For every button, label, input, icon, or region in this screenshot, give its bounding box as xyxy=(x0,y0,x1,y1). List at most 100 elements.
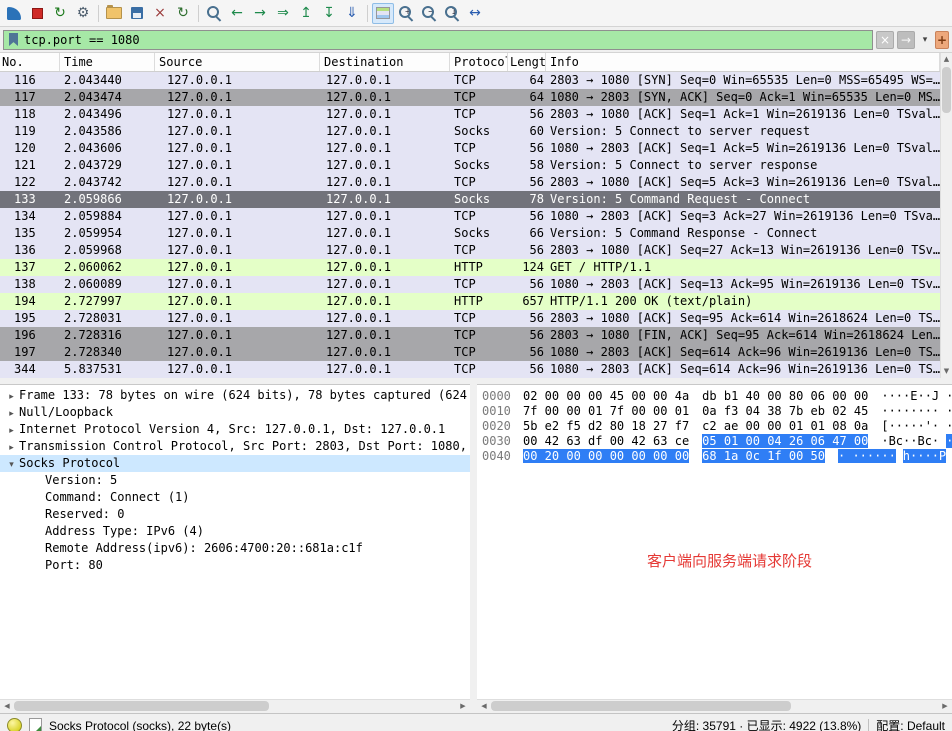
column-header-time[interactable]: Time xyxy=(60,53,155,71)
column-header-length[interactable]: Length xyxy=(508,53,546,71)
zoom-in-button[interactable]: + xyxy=(395,3,417,24)
filter-clear-button[interactable]: × xyxy=(876,31,894,49)
column-header-protocol[interactable]: Protocol xyxy=(450,53,508,71)
scrollbar-thumb[interactable] xyxy=(942,67,951,113)
detail-line[interactable]: ▸Frame 133: 78 bytes on wire (624 bits),… xyxy=(0,387,470,404)
hex-bytes[interactable]: 7f 00 00 01 7f 00 00 01 xyxy=(523,404,689,418)
hex-line[interactable]: 00205b e2 f5 d2 80 18 27 f7c2 ae 00 00 0… xyxy=(482,419,952,434)
scroll-right-icon[interactable]: ▶ xyxy=(938,700,952,713)
packet-row[interactable]: 1352.059954127.0.0.1127.0.0.1Socks66Vers… xyxy=(0,225,940,242)
packet-row[interactable]: 1172.043474127.0.0.1127.0.0.1TCP641080 →… xyxy=(0,89,940,106)
open-file-button[interactable] xyxy=(103,3,125,24)
packet-row[interactable]: 1972.728340127.0.0.1127.0.0.1TCP561080 →… xyxy=(0,344,940,361)
capture-options-button[interactable]: ⚙ xyxy=(72,3,94,24)
hex-line[interactable]: 000002 00 00 00 45 00 00 4adb b1 40 00 8… xyxy=(482,389,952,404)
column-header-info[interactable]: Info xyxy=(546,53,940,71)
packet-row[interactable]: 1182.043496127.0.0.1127.0.0.1TCP562803 →… xyxy=(0,106,940,123)
capture-comment-icon[interactable] xyxy=(29,718,42,731)
scroll-left-icon[interactable]: ◀ xyxy=(477,700,491,713)
bytes-hscrollbar[interactable]: ◀ ▶ xyxy=(477,699,952,713)
reload-file-button[interactable]: ↻ xyxy=(172,3,194,24)
vertical-splitter[interactable] xyxy=(470,384,477,713)
scrollbar-track[interactable] xyxy=(491,700,938,713)
packet-row[interactable]: 1952.728031127.0.0.1127.0.0.1TCP562803 →… xyxy=(0,310,940,327)
detail-line[interactable]: ▾Socks Protocol xyxy=(0,455,470,472)
save-file-button[interactable] xyxy=(126,3,148,24)
packet-row[interactable]: 1342.059884127.0.0.1127.0.0.1TCP561080 →… xyxy=(0,208,940,225)
display-filter-input[interactable]: tcp.port == 1080 xyxy=(3,30,873,50)
hex-ascii[interactable]: ····&·G· xyxy=(946,434,952,448)
collapse-icon[interactable]: ▾ xyxy=(4,457,19,474)
scroll-up-icon[interactable]: ▲ xyxy=(941,53,952,66)
packet-row[interactable]: 1962.728316127.0.0.1127.0.0.1TCP562803 →… xyxy=(0,327,940,344)
go-first-button[interactable]: ↥ xyxy=(295,3,317,24)
hex-line[interactable]: 003000 42 63 df 00 42 63 ce05 01 00 04 2… xyxy=(482,434,952,449)
packet-list-scrollbar[interactable]: ▲ ▼ xyxy=(940,53,952,378)
hex-ascii[interactable]: ········ xyxy=(881,404,939,418)
status-profile[interactable]: 配置: Default xyxy=(876,717,945,731)
restart-capture-button[interactable]: ↻ xyxy=(49,3,71,24)
hex-ascii[interactable]: [·····'· xyxy=(881,419,939,433)
detail-line[interactable]: ▸Null/Loopback xyxy=(0,404,470,421)
hex-bytes[interactable]: 5b e2 f5 d2 80 18 27 f7 xyxy=(523,419,689,433)
packet-row[interactable]: 1162.043440127.0.0.1127.0.0.1TCP642803 →… xyxy=(0,72,940,89)
detail-line[interactable]: Version: 5 xyxy=(0,472,470,489)
hex-line[interactable]: 00107f 00 00 01 7f 00 00 010a f3 04 38 7… xyxy=(482,404,952,419)
hex-line[interactable]: 004000 20 00 00 00 00 00 0068 1a 0c 1f 0… xyxy=(482,449,952,464)
hex-bytes[interactable]: 02 00 00 00 45 00 00 4a xyxy=(523,389,689,403)
zoom-out-button[interactable]: − xyxy=(418,3,440,24)
hex-ascii[interactable]: ··@····· xyxy=(946,389,952,403)
detail-line[interactable]: Address Type: IPv6 (4) xyxy=(0,523,470,540)
filter-dropdown-button[interactable]: ▾ xyxy=(918,31,932,49)
filter-add-button[interactable]: + xyxy=(935,31,949,49)
scroll-left-icon[interactable]: ◀ xyxy=(0,700,14,713)
scrollbar-thumb[interactable] xyxy=(14,701,269,711)
detail-line[interactable]: Port: 80 xyxy=(0,557,470,574)
packet-row[interactable]: 3445.837531127.0.0.1127.0.0.1TCP561080 →… xyxy=(0,361,940,378)
hex-bytes[interactable]: db b1 40 00 80 06 00 00 xyxy=(702,389,868,403)
hex-ascii[interactable]: ········ xyxy=(946,419,952,433)
packet-row[interactable]: 1192.043586127.0.0.1127.0.0.1Socks60Vers… xyxy=(0,123,940,140)
detail-line[interactable]: ▸Transmission Control Protocol, Src Port… xyxy=(0,438,470,455)
packet-row[interactable]: 1202.043606127.0.0.1127.0.0.1TCP561080 →… xyxy=(0,140,940,157)
hex-bytes[interactable]: 05 01 00 04 26 06 47 00 xyxy=(702,434,868,448)
packet-row[interactable]: 1332.059866127.0.0.1127.0.0.1Socks78Vers… xyxy=(0,191,940,208)
hex-bytes[interactable]: 00 20 00 00 00 00 00 00 xyxy=(523,449,689,463)
scroll-down-icon[interactable]: ▼ xyxy=(941,365,952,378)
column-header-no[interactable]: No. xyxy=(0,53,60,71)
hex-ascii[interactable]: ····E··J xyxy=(881,389,939,403)
detail-line[interactable]: Reserved: 0 xyxy=(0,506,470,523)
colorize-button[interactable] xyxy=(372,3,394,24)
go-to-packet-button[interactable]: ⇒ xyxy=(272,3,294,24)
hex-ascii[interactable]: · ······ xyxy=(838,449,896,463)
find-packet-button[interactable] xyxy=(203,3,225,24)
go-forward-button[interactable]: → xyxy=(249,3,271,24)
filter-bookmark-icon[interactable] xyxy=(9,33,18,46)
packet-row[interactable]: 1372.060062127.0.0.1127.0.0.1HTTP124GET … xyxy=(0,259,940,276)
start-capture-button[interactable] xyxy=(3,3,25,24)
hex-bytes[interactable]: 00 42 63 df 00 42 63 ce xyxy=(523,434,689,448)
scrollbar-thumb[interactable] xyxy=(491,701,791,711)
packet-row[interactable]: 1942.727997127.0.0.1127.0.0.1HTTP657HTTP… xyxy=(0,293,940,310)
hex-ascii[interactable]: ···8{··E xyxy=(946,404,952,418)
close-file-button[interactable]: × xyxy=(149,3,171,24)
filter-apply-button[interactable]: → xyxy=(897,31,915,49)
hex-ascii[interactable]: h····P xyxy=(903,449,946,463)
expert-info-icon[interactable] xyxy=(7,718,22,731)
detail-line[interactable]: Command: Connect (1) xyxy=(0,489,470,506)
zoom-reset-button[interactable]: 1 xyxy=(441,3,463,24)
hex-bytes[interactable]: 0a f3 04 38 7b eb 02 45 xyxy=(702,404,868,418)
detail-line[interactable]: ▸Internet Protocol Version 4, Src: 127.0… xyxy=(0,421,470,438)
column-header-destination[interactable]: Destination xyxy=(320,53,450,71)
stop-capture-button[interactable] xyxy=(26,3,48,24)
detail-line[interactable]: Remote Address(ipv6): 2606:4700:20::681a… xyxy=(0,540,470,557)
go-last-button[interactable]: ↧ xyxy=(318,3,340,24)
packet-row[interactable]: 1222.043742127.0.0.1127.0.0.1TCP562803 →… xyxy=(0,174,940,191)
scrollbar-track[interactable] xyxy=(14,700,456,713)
go-back-button[interactable]: ← xyxy=(226,3,248,24)
column-header-source[interactable]: Source xyxy=(155,53,320,71)
scroll-right-icon[interactable]: ▶ xyxy=(456,700,470,713)
hex-bytes[interactable]: 68 1a 0c 1f 00 50 xyxy=(702,449,825,463)
resize-columns-button[interactable]: ↔ xyxy=(464,3,486,24)
hex-ascii[interactable]: ·Bc··Bc· xyxy=(881,434,939,448)
